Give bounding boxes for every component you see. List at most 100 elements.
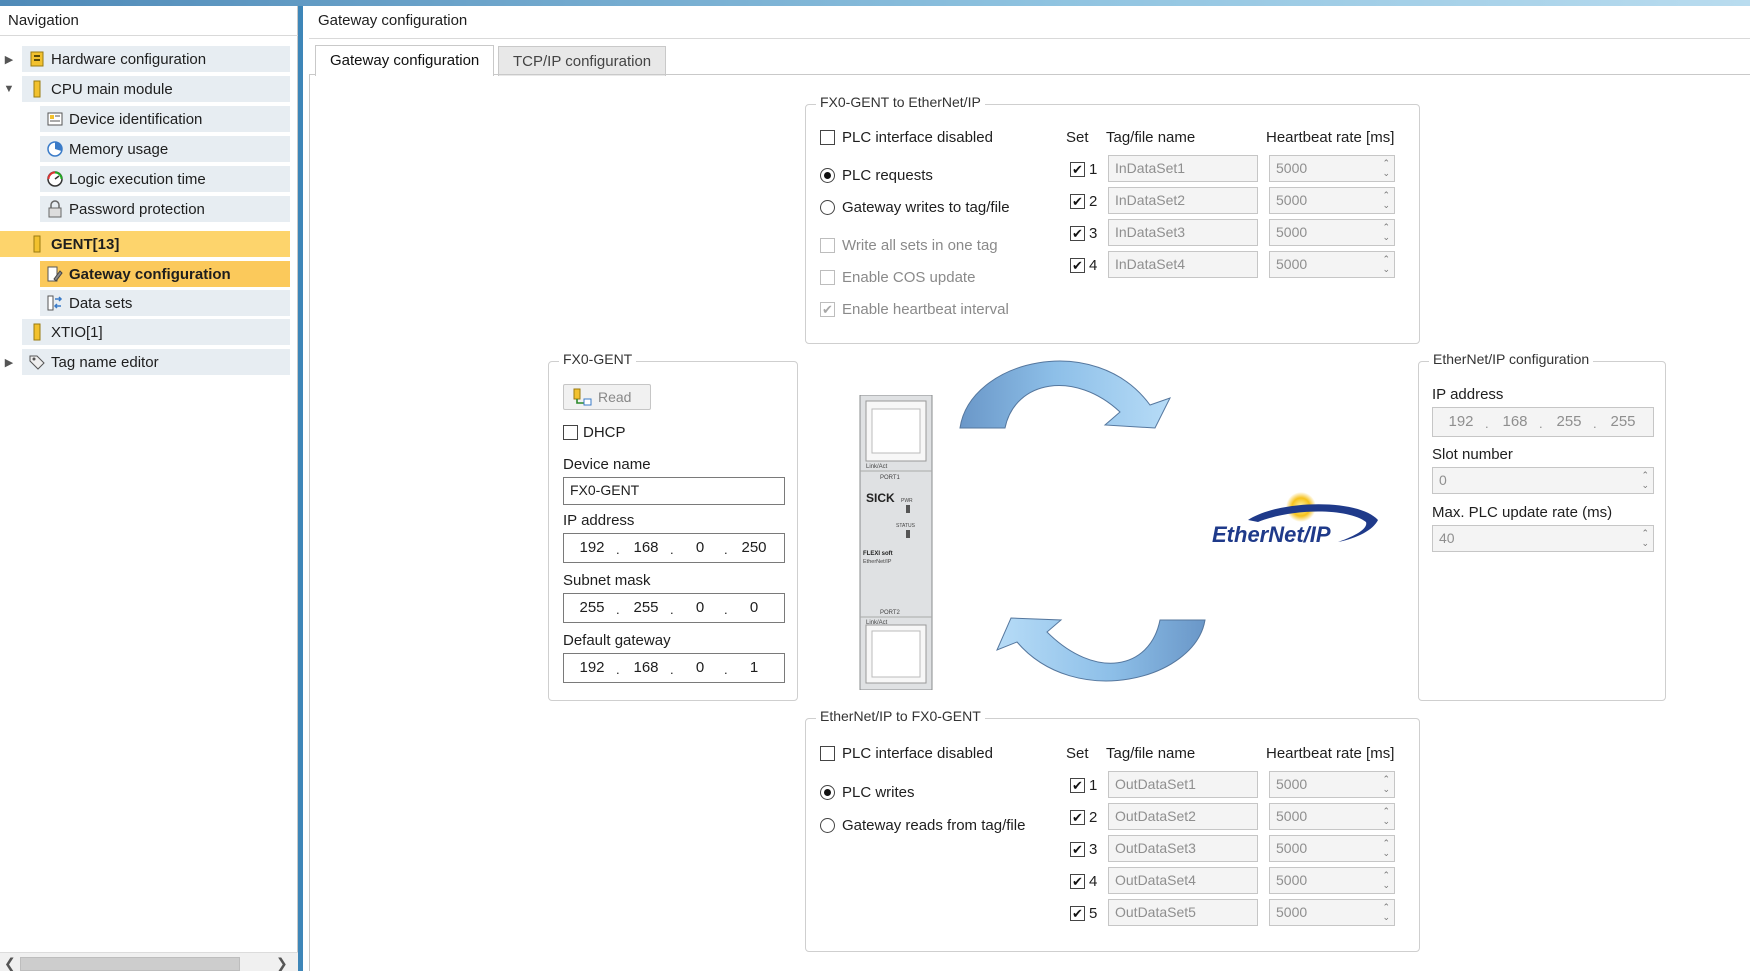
set-number: 1 [1089, 161, 1098, 178]
spinner-arrows-icon[interactable]: ⌃ ⌄ [1382, 806, 1390, 826]
spinner-arrows-icon[interactable]: ⌃ ⌄ [1382, 870, 1390, 890]
ip-separator: . [1539, 416, 1543, 431]
gateway-reads-label: Gateway reads from tag/file [842, 817, 1026, 834]
heartbeat-rate-spinner[interactable]: 5000 ⌃ ⌄ [1269, 771, 1395, 798]
write-all-sets-label: Write all sets in one tag [842, 237, 998, 254]
scroll-left-icon[interactable]: ❮ [4, 955, 16, 971]
nav-item-device-identification[interactable]: Device identification [40, 106, 290, 132]
heartbeat-rate-spinner[interactable]: 5000 ⌃ ⌄ [1269, 803, 1395, 830]
nav-item-cpu-main-module[interactable]: CPU main module [22, 76, 290, 102]
spinner-arrows-icon[interactable]: ⌃ ⌄ [1382, 222, 1390, 242]
read-button[interactable]: Read [563, 384, 651, 410]
tab-gateway-configuration[interactable]: Gateway configuration [315, 45, 495, 76]
plc-interface-disabled-label: PLC interface disabled [842, 129, 993, 146]
nav-item-logic-execution-time[interactable]: Logic execution time [40, 166, 290, 192]
eip-ip-address-input[interactable]: 192 . 168 . 255 . 255 [1432, 407, 1654, 437]
ip-octet[interactable]: 255 [572, 599, 612, 616]
nav-item-memory-usage[interactable]: Memory usage [40, 136, 290, 162]
tab-tcpip-configuration[interactable]: TCP/IP configuration [498, 46, 667, 76]
spinner-arrows-icon[interactable]: ⌃ ⌄ [1382, 838, 1390, 858]
ip-octet[interactable]: 192 [1441, 413, 1481, 430]
ip-address-input[interactable]: 192 . 168 . 0 . 250 [563, 533, 785, 563]
scrollbar-thumb[interactable] [20, 957, 240, 971]
set-checkbox[interactable] [1070, 842, 1085, 857]
max-plc-update-rate-spinner[interactable]: 40 ⌃ ⌄ [1432, 525, 1654, 552]
write-all-sets-checkbox[interactable] [820, 238, 835, 253]
spinner-value: 5000 [1276, 840, 1308, 856]
ip-octet[interactable]: 0 [680, 539, 720, 556]
set-checkbox[interactable] [1070, 226, 1085, 241]
collapse-arrow-icon[interactable]: ▼ [2, 82, 16, 96]
tag-name-field[interactable]: InDataSet2 [1108, 187, 1258, 214]
tag-name-field[interactable]: InDataSet4 [1108, 251, 1258, 278]
tag-name-field[interactable]: OutDataSet5 [1108, 899, 1258, 926]
expand-arrow-icon[interactable]: ▶ [2, 52, 16, 66]
nav-item-gateway-configuration[interactable]: Gateway configuration [40, 261, 290, 287]
spinner-arrows-icon[interactable]: ⌃ ⌄ [1382, 158, 1390, 178]
tag-name-field[interactable]: OutDataSet2 [1108, 803, 1258, 830]
set-checkbox[interactable] [1070, 810, 1085, 825]
plc-interface-disabled-checkbox[interactable] [820, 130, 835, 145]
plc-requests-radio[interactable] [820, 168, 835, 183]
enable-heartbeat-checkbox[interactable] [820, 302, 835, 317]
divider [309, 38, 1750, 39]
gateway-reads-radio[interactable] [820, 818, 835, 833]
spinner-arrows-icon[interactable]: ⌃ ⌄ [1382, 902, 1390, 922]
tag-name-field[interactable]: OutDataSet4 [1108, 867, 1258, 894]
nav-item-gent13[interactable]: GENT[13] [0, 231, 290, 257]
ip-octet[interactable]: 255 [1549, 413, 1589, 430]
expand-arrow-icon[interactable]: ▶ [2, 355, 16, 369]
spinner-arrows-icon[interactable]: ⌃ ⌄ [1382, 190, 1390, 210]
ip-octet[interactable]: 0 [734, 599, 774, 616]
panel-splitter[interactable] [298, 6, 303, 971]
gateway-writes-radio[interactable] [820, 200, 835, 215]
heartbeat-rate-spinner[interactable]: 5000 ⌃ ⌄ [1269, 867, 1395, 894]
scroll-right-icon[interactable]: ❯ [276, 955, 288, 971]
heartbeat-rate-spinner[interactable]: 5000 ⌃ ⌄ [1269, 219, 1395, 246]
tag-name-field[interactable]: InDataSet1 [1108, 155, 1258, 182]
ip-octet[interactable]: 1 [734, 659, 774, 676]
set-checkbox[interactable] [1070, 874, 1085, 889]
ip-octet[interactable]: 250 [734, 539, 774, 556]
heartbeat-rate-spinner[interactable]: 5000 ⌃ ⌄ [1269, 835, 1395, 862]
set-checkbox[interactable] [1070, 906, 1085, 921]
ip-octet[interactable]: 168 [1495, 413, 1535, 430]
nav-item-xtio1[interactable]: XTIO[1] [22, 319, 290, 345]
ip-octet[interactable]: 255 [1603, 413, 1643, 430]
set-checkbox[interactable] [1070, 778, 1085, 793]
dhcp-checkbox[interactable] [563, 425, 578, 440]
spinner-arrows-icon[interactable]: ⌃ ⌄ [1641, 470, 1649, 490]
nav-item-tag-name-editor[interactable]: Tag name editor [22, 349, 290, 375]
set-checkbox[interactable] [1070, 258, 1085, 273]
heartbeat-rate-spinner[interactable]: 5000 ⌃ ⌄ [1269, 155, 1395, 182]
ip-octet[interactable]: 255 [626, 599, 666, 616]
ip-octet[interactable]: 0 [680, 599, 720, 616]
nav-item-password-protection[interactable]: Password protection [40, 196, 290, 222]
set-checkbox[interactable] [1070, 162, 1085, 177]
slot-number-spinner[interactable]: 0 ⌃ ⌄ [1432, 467, 1654, 494]
enable-cos-checkbox[interactable] [820, 270, 835, 285]
ip-octet[interactable]: 192 [572, 539, 612, 556]
spinner-arrows-icon[interactable]: ⌃ ⌄ [1641, 528, 1649, 548]
ip-octet[interactable]: 0 [680, 659, 720, 676]
ip-octet[interactable]: 192 [572, 659, 612, 676]
heartbeat-rate-spinner[interactable]: 5000 ⌃ ⌄ [1269, 187, 1395, 214]
spinner-arrows-icon[interactable]: ⌃ ⌄ [1382, 254, 1390, 274]
heartbeat-rate-spinner[interactable]: 5000 ⌃ ⌄ [1269, 899, 1395, 926]
tag-name-field[interactable]: OutDataSet3 [1108, 835, 1258, 862]
default-gateway-input[interactable]: 192 . 168 . 0 . 1 [563, 653, 785, 683]
plc-writes-radio[interactable] [820, 785, 835, 800]
tag-name-field[interactable]: OutDataSet1 [1108, 771, 1258, 798]
subnet-mask-input[interactable]: 255 . 255 . 0 . 0 [563, 593, 785, 623]
set-checkbox[interactable] [1070, 194, 1085, 209]
nav-item-hardware-configuration[interactable]: Hardware configuration [22, 46, 290, 72]
ip-octet[interactable]: 168 [626, 659, 666, 676]
spinner-arrows-icon[interactable]: ⌃ ⌄ [1382, 774, 1390, 794]
nav-item-data-sets[interactable]: Data sets [40, 290, 290, 316]
tag-name-field[interactable]: InDataSet3 [1108, 219, 1258, 246]
horizontal-scrollbar[interactable]: ❮ ❯ [0, 952, 298, 971]
plc-interface-disabled-checkbox[interactable] [820, 746, 835, 761]
device-name-input[interactable]: FX0-GENT [563, 477, 785, 505]
heartbeat-rate-spinner[interactable]: 5000 ⌃ ⌄ [1269, 251, 1395, 278]
ip-octet[interactable]: 168 [626, 539, 666, 556]
